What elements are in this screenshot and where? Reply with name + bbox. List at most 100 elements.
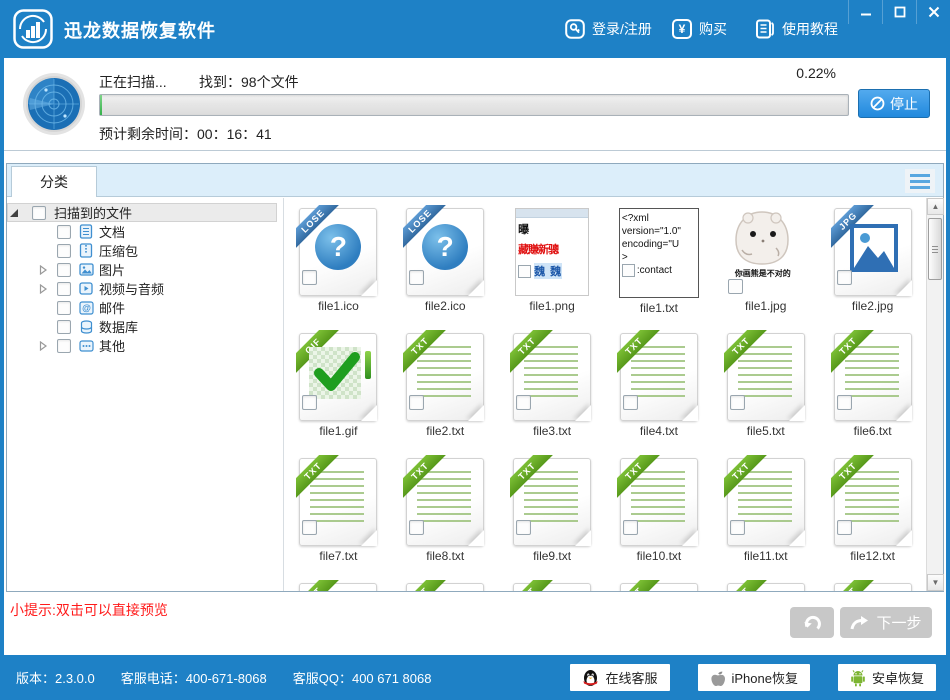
file-item[interactable]: LOSE?file2.ico [392, 204, 499, 329]
tutorial-button[interactable]: 使用教程 [755, 16, 838, 42]
back-button[interactable] [790, 607, 834, 638]
forward-arrow-icon [850, 615, 870, 631]
file-checkbox[interactable] [409, 395, 424, 410]
document-icon [77, 224, 95, 240]
checkbox[interactable] [57, 225, 71, 239]
file-checkbox[interactable] [837, 270, 852, 285]
close-button[interactable] [916, 0, 950, 24]
expander-icon[interactable] [37, 340, 49, 352]
file-checkbox[interactable] [837, 395, 852, 410]
ribbon: TXT [296, 580, 346, 591]
file-name: file12.txt [850, 549, 895, 563]
text-preview: <?xmlversion="1.0"encoding="U>:contact [619, 208, 699, 298]
radar-icon [22, 72, 86, 136]
iphone-recovery-button[interactable]: iPhone恢复 [698, 664, 810, 691]
online-support-label: 在线客服 [605, 668, 657, 687]
sidebar-item-other[interactable]: 其他 [7, 336, 283, 355]
file-name: file1.png [529, 299, 574, 313]
ribbon: TXT [724, 455, 774, 505]
online-support-button[interactable]: 在线客服 [570, 664, 669, 691]
buy-button[interactable]: ¥ 购买 [672, 16, 727, 42]
category-tree: 扫描到的文件文档压缩包图片视频与音频@邮件数据库其他 [7, 198, 284, 591]
file-item[interactable]: TXTfile6.txt [819, 329, 926, 454]
progress-fill [100, 95, 102, 115]
view-menu-button[interactable] [905, 169, 935, 193]
yuan-icon: ¥ [672, 19, 692, 39]
file-item[interactable]: GIFfile1.gif [285, 329, 392, 454]
scroll-down-button[interactable]: ▼ [927, 574, 944, 591]
file-item[interactable]: TXTfile10.txt [606, 454, 713, 579]
version-text: 版本：2.3.0.0 [16, 668, 95, 687]
file-item[interactable]: TXTfile5.txt [712, 329, 819, 454]
book-icon [755, 19, 775, 39]
maximize-button[interactable] [882, 0, 916, 24]
grid-scrollbar[interactable]: ▲ ▼ [926, 198, 943, 591]
file-checkbox[interactable] [409, 270, 424, 285]
file-item[interactable]: TXTfile2.txt [392, 329, 499, 454]
login-register-label: 登录/注册 [592, 19, 652, 39]
file-item-partial: TXT [712, 579, 819, 591]
file-item[interactable]: TXTfile3.txt [499, 329, 606, 454]
sidebar-item-images[interactable]: 图片 [7, 260, 283, 279]
file-checkbox[interactable] [728, 279, 743, 294]
checkbox[interactable] [57, 244, 71, 258]
file-item[interactable]: LOSE?file1.ico [285, 204, 392, 329]
scroll-thumb[interactable] [928, 218, 942, 280]
file-item[interactable]: <?xmlversion="1.0"encoding="U>:contactfi… [606, 204, 713, 329]
scan-eta: 预计剩余时间：00：16：41 [99, 124, 272, 144]
checkbox[interactable] [57, 263, 71, 277]
sidebar-item-database[interactable]: 数据库 [7, 317, 283, 336]
file-checkbox[interactable] [730, 395, 745, 410]
checkbox[interactable] [57, 282, 71, 296]
stop-icon [870, 96, 885, 111]
expander-icon[interactable] [37, 283, 49, 295]
file-checkbox[interactable] [623, 520, 638, 535]
checkbox[interactable] [57, 320, 71, 334]
file-checkbox[interactable] [516, 520, 531, 535]
file-name: file10.txt [637, 549, 682, 563]
expander-icon[interactable] [8, 207, 20, 219]
scroll-up-button[interactable]: ▲ [927, 198, 944, 215]
file-item[interactable]: TXTfile7.txt [285, 454, 392, 579]
png-preview: 曝藏賺新骢魏 魏 [515, 208, 589, 296]
file-item[interactable]: TXTfile4.txt [606, 329, 713, 454]
minimize-button[interactable] [848, 0, 882, 24]
ribbon: TXT [724, 580, 774, 591]
root-checkbox[interactable] [32, 206, 46, 220]
file-checkbox[interactable] [518, 265, 531, 278]
file-item[interactable]: 曝藏賺新骢魏 魏 file1.png [499, 204, 606, 329]
sidebar-item-media[interactable]: 视频与音频 [7, 279, 283, 298]
sidebar-item-archives[interactable]: 压缩包 [7, 241, 283, 260]
file-item[interactable]: JPGfile2.jpg [819, 204, 926, 329]
file-checkbox[interactable] [302, 520, 317, 535]
next-step-button[interactable]: 下一步 [840, 607, 932, 638]
file-item[interactable]: TXTfile8.txt [392, 454, 499, 579]
sidebar-item-root[interactable]: 扫描到的文件 [7, 203, 277, 222]
file-checkbox[interactable] [516, 395, 531, 410]
file-checkbox[interactable] [837, 520, 852, 535]
hint-text: 小提示:双击可以直接预览 [10, 600, 168, 620]
tab-category[interactable]: 分类 [11, 166, 97, 197]
sidebar-item-docs[interactable]: 文档 [7, 222, 283, 241]
file-checkbox[interactable] [302, 270, 317, 285]
file-item[interactable]: 你画熊是不对的file1.jpg [712, 204, 819, 329]
ribbon: TXT [724, 330, 774, 380]
file-checkbox[interactable] [730, 520, 745, 535]
expander-icon[interactable] [37, 264, 49, 276]
file-checkbox[interactable] [622, 264, 635, 277]
ribbon: TXT [617, 580, 667, 591]
login-register-button[interactable]: 登录/注册 [565, 16, 652, 42]
sidebar-item-mail[interactable]: @邮件 [7, 298, 283, 317]
stop-button[interactable]: 停止 [858, 89, 930, 118]
file-checkbox[interactable] [302, 395, 317, 410]
file-checkbox[interactable] [623, 395, 638, 410]
checkbox[interactable] [57, 301, 71, 315]
ribbon: TXT [831, 455, 881, 505]
android-recovery-button[interactable]: 安卓恢复 [838, 664, 936, 691]
file-item[interactable]: TXTfile9.txt [499, 454, 606, 579]
file-item[interactable]: TXT file12.txt [819, 454, 926, 579]
checkbox[interactable] [57, 339, 71, 353]
ribbon: TXT [831, 330, 881, 380]
file-checkbox[interactable] [409, 520, 424, 535]
file-item[interactable]: TXTfile11.txt [712, 454, 819, 579]
